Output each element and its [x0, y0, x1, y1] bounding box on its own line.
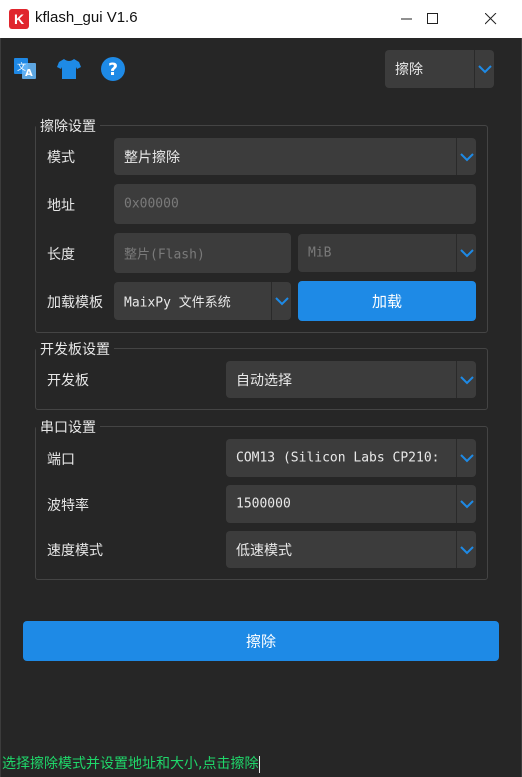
length-unit-value: MiB [308, 245, 332, 261]
function-select[interactable]: 擦除 [385, 50, 494, 88]
address-input[interactable]: 0x00000 [114, 184, 476, 224]
svg-text:?: ? [108, 60, 118, 80]
speed-mode-value: 低速模式 [236, 542, 292, 559]
title-bar: K kflash_gui V1.6 [0, 0, 522, 38]
window-title: kflash_gui V1.6 [35, 9, 138, 26]
status-text: 选择擦除模式并设置地址和大小,点击擦除 [2, 756, 259, 772]
svg-text:A: A [25, 68, 33, 79]
chevron-down-icon[interactable] [271, 282, 291, 320]
speed-mode-select[interactable]: 低速模式 [226, 531, 476, 568]
function-select-value: 擦除 [395, 62, 423, 78]
close-button[interactable] [468, 0, 514, 38]
load-template-label: 加载 [371, 292, 402, 311]
chevron-down-icon[interactable] [456, 439, 476, 477]
chevron-down-icon[interactable] [474, 50, 494, 88]
erase-button[interactable]: 擦除 [23, 621, 499, 661]
chevron-down-icon[interactable] [456, 138, 476, 175]
port-value: COM13 (Silicon Labs CP210: [236, 450, 440, 466]
erase-settings-title: 擦除设置 [36, 116, 100, 136]
baud-label: 波特率 [47, 498, 89, 514]
status-bar: 选择擦除模式并设置地址和大小,点击擦除 [2, 753, 261, 773]
board-settings-title: 开发板设置 [36, 339, 114, 359]
erase-mode-value: 整片擦除 [124, 149, 180, 166]
text-caret [259, 755, 261, 773]
port-select[interactable]: COM13 (Silicon Labs CP210: [226, 439, 476, 477]
address-label: 地址 [47, 198, 75, 214]
template-label: 加载模板 [47, 295, 103, 311]
length-placeholder: 整片(Flash) [124, 247, 205, 263]
chevron-down-icon[interactable] [456, 361, 476, 398]
baud-select[interactable]: 1500000 [226, 485, 476, 523]
port-label: 端口 [47, 452, 75, 468]
help-icon[interactable]: ? [99, 55, 127, 83]
length-input[interactable]: 整片(Flash) [114, 233, 291, 273]
baud-value: 1500000 [236, 496, 291, 512]
load-template-button[interactable]: 加载 [298, 281, 476, 321]
template-select[interactable]: MaixPy 文件系统 [114, 282, 291, 320]
mode-label: 模式 [47, 150, 75, 166]
length-label: 长度 [47, 247, 75, 263]
language-icon[interactable]: 文 A [11, 55, 39, 83]
board-select[interactable]: 自动选择 [226, 361, 476, 398]
erase-button-label: 擦除 [245, 632, 276, 651]
maximize-button[interactable] [410, 0, 456, 38]
board-label: 开发板 [47, 373, 89, 389]
close-icon [485, 13, 497, 25]
serial-settings-title: 串口设置 [36, 417, 100, 437]
maximize-icon [427, 13, 438, 24]
chevron-down-icon[interactable] [456, 234, 476, 272]
chevron-down-icon[interactable] [456, 485, 476, 523]
board-value: 自动选择 [236, 372, 292, 389]
length-unit-select[interactable]: MiB [298, 234, 476, 272]
erase-mode-select[interactable]: 整片擦除 [114, 138, 476, 175]
address-placeholder: 0x00000 [124, 196, 179, 212]
app-logo-icon: K [9, 9, 29, 29]
template-value: MaixPy 文件系统 [124, 295, 231, 311]
skin-icon[interactable] [55, 55, 83, 83]
chevron-down-icon[interactable] [456, 531, 476, 568]
speed-mode-label: 速度模式 [47, 543, 103, 559]
